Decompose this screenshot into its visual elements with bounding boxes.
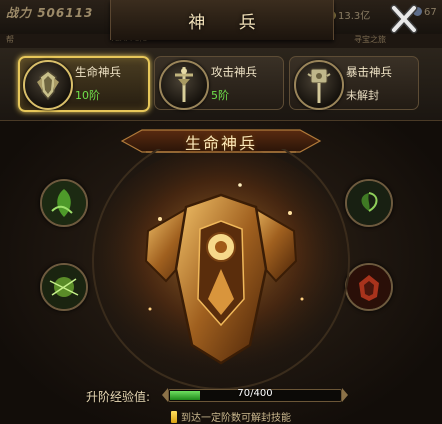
life-weapon-icon [23, 60, 73, 110]
tab-life-weapon-level: 10阶 [75, 89, 100, 102]
tab-crit-weapon-level: 未解封 [346, 89, 379, 102]
skill-slot-2[interactable] [40, 263, 88, 311]
close-icon [390, 4, 418, 34]
weapon-display: 生命神兵 升阶经验值: 70/400 到达一定阶数可解封技能 [0, 121, 442, 424]
skill-slot-3[interactable] [345, 179, 393, 227]
exclamation-icon [171, 411, 177, 423]
tab-attack-weapon[interactable]: 攻击神兵 5阶 [154, 56, 284, 110]
tab-attack-weapon-name: 攻击神兵 [211, 65, 257, 79]
skill-slot-1[interactable] [40, 179, 88, 227]
tab-life-weapon-name: 生命神兵 [75, 65, 121, 79]
life-skill-4-icon [347, 265, 391, 309]
subtab-treasure[interactable]: 寻宝之旅 [354, 34, 386, 47]
exp-label: 升阶经验值: [86, 390, 151, 404]
tab-attack-weapon-level: 5阶 [211, 89, 229, 102]
life-weapon-model [90, 132, 352, 390]
coin-value: 13.3亿 [338, 11, 371, 22]
title-bar: 神 兵 [110, 0, 334, 40]
skill-slot-4[interactable] [345, 263, 393, 311]
combat-power: 战力 506113 [6, 4, 93, 21]
attack-weapon-icon [159, 60, 209, 110]
weapon-tabs: 生命神兵 10阶 攻击神兵 5阶 暴击神兵 未解封 [0, 48, 442, 121]
hint-text: 到达一定阶数可解封技能 [181, 413, 291, 424]
life-skill-1-icon [42, 181, 86, 225]
crit-weapon-icon [294, 60, 344, 110]
tab-life-weapon[interactable]: 生命神兵 10阶 [18, 56, 150, 112]
armor-icon [91, 132, 351, 390]
gem-value: 67 [424, 7, 437, 18]
exp-progress-bar: 70/400 [162, 387, 348, 403]
shenbing-window: 战力 506113 9700 13.3亿 67 帮 TEAM 5/5 寻宝之旅 … [0, 0, 442, 424]
window-title: 神 兵 [188, 13, 270, 33]
tab-crit-weapon-name: 暴击神兵 [346, 65, 392, 79]
exp-value: 70/400 [237, 388, 273, 399]
unlock-hint: 到达一定阶数可解封技能 [171, 409, 291, 424]
close-button[interactable] [384, 2, 424, 38]
subtab-guild[interactable]: 帮 [6, 34, 14, 47]
life-skill-3-icon [347, 181, 391, 225]
power-value: 506113 [37, 6, 94, 20]
power-label: 战力 [6, 6, 33, 20]
tab-crit-weapon[interactable]: 暴击神兵 未解封 [289, 56, 419, 110]
life-skill-2-icon [42, 265, 86, 309]
